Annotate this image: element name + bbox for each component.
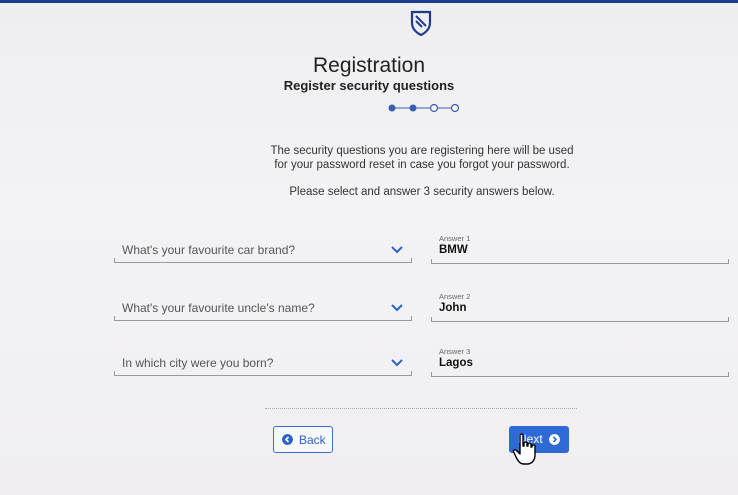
step-1-dot — [388, 104, 396, 112]
hand-pointer-cursor-icon — [512, 433, 536, 465]
chevron-down-icon — [391, 304, 403, 312]
intro-text: The security questions you are registeri… — [220, 144, 624, 172]
form-divider — [265, 408, 577, 409]
answer-field-3-value: Lagos — [439, 357, 473, 369]
question-select-1-value: What's your favourite car brand? — [122, 243, 296, 257]
arrow-right-circle-icon — [549, 434, 560, 445]
answer-field-2-label: Answer 2 — [439, 292, 471, 301]
question-select-2[interactable]: What's your favourite uncle's name? — [114, 297, 412, 321]
arrow-left-circle-icon — [282, 434, 293, 445]
step-3-dot — [429, 103, 439, 113]
answer-field-2-value: John — [439, 302, 467, 314]
shield-logo-icon — [410, 10, 432, 36]
question-select-3-value: In which city were you born? — [122, 356, 274, 370]
chevron-down-icon — [391, 359, 403, 367]
step-4-dot — [450, 103, 460, 113]
back-button-label: Back — [299, 433, 326, 447]
page-title: Registration — [312, 54, 426, 77]
page-subtitle: Register security questions — [283, 78, 455, 93]
top-accent-bar — [0, 0, 738, 3]
answer-field-1-label: Answer 1 — [439, 234, 471, 243]
intro-line-2: for your password reset in case you forg… — [274, 159, 570, 171]
answer-field-1[interactable]: Answer 1 BMW — [431, 234, 729, 264]
answer-field-3-label: Answer 3 — [439, 347, 471, 356]
question-select-2-value: What's your favourite uncle's name? — [122, 301, 315, 315]
question-select-3[interactable]: In which city were you born? — [114, 352, 412, 376]
intro-line-1: The security questions you are registeri… — [270, 145, 574, 157]
question-select-1[interactable]: What's your favourite car brand? — [114, 239, 412, 263]
instruction-text: Please select and answer 3 security answ… — [289, 186, 555, 198]
back-button[interactable]: Back — [273, 426, 333, 453]
answer-field-1-value: BMW — [439, 244, 468, 256]
answer-field-3[interactable]: Answer 3 Lagos — [431, 347, 729, 377]
chevron-down-icon — [391, 246, 403, 254]
progress-stepper — [388, 103, 460, 113]
answer-field-2[interactable]: Answer 2 John — [431, 292, 729, 322]
step-2-dot — [409, 104, 417, 112]
